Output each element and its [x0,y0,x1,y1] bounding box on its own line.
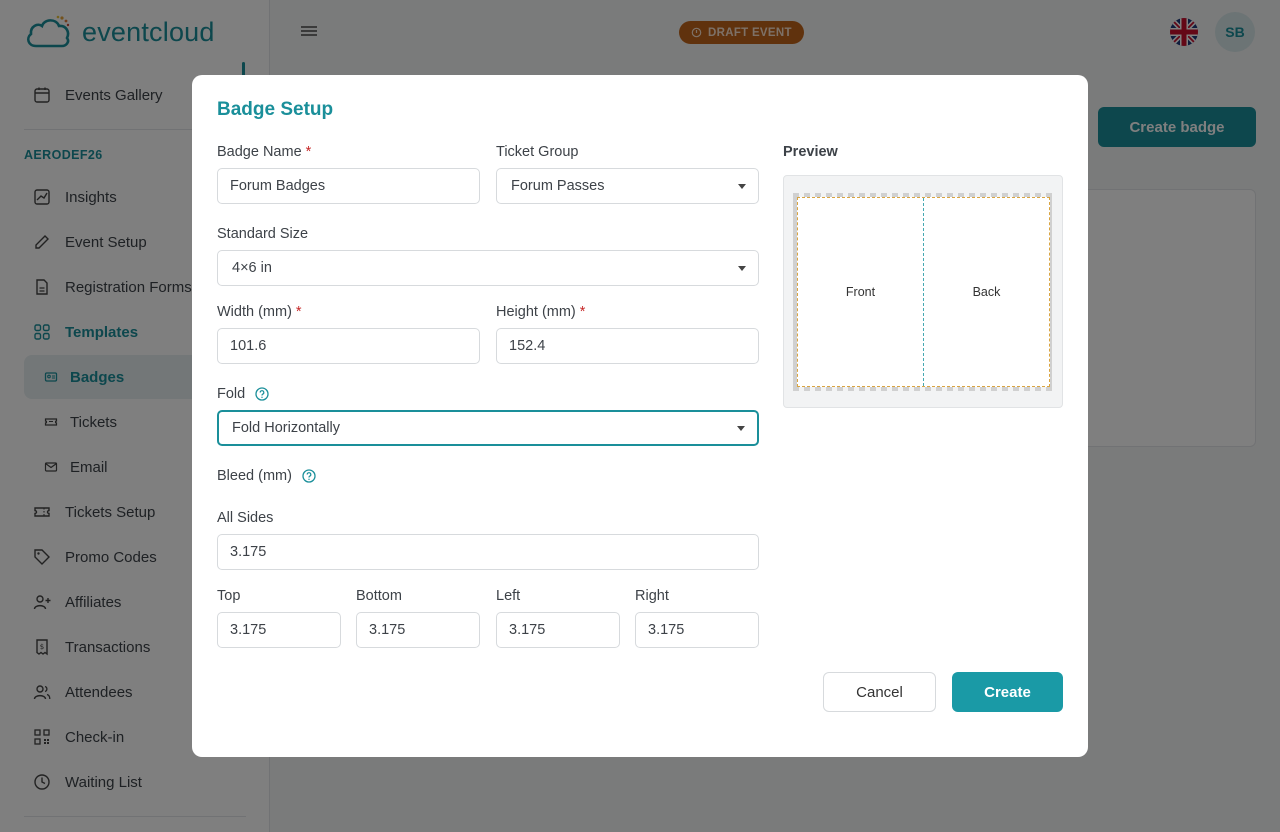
required-marker: * [295,304,302,320]
top-input[interactable] [217,612,341,648]
fold-value: Fold Horizontally [232,420,340,436]
bottom-label: Bottom [356,588,402,604]
help-circle-icon[interactable] [302,469,316,483]
chevron-down-icon [737,425,745,431]
height-input[interactable] [496,328,759,364]
help-circle-icon[interactable] [255,387,269,401]
badge-preview: Front Back [783,175,1063,408]
standard-size-label: Standard Size [217,226,309,242]
badge-name-input[interactable] [217,168,480,204]
badge-name-label: Badge Name * [217,144,312,160]
bleed-area: Front Back [793,193,1054,391]
badge-setup-dialog: Badge Setup Badge Name * Ticket Group Fo… [192,75,1088,757]
standard-size-value: 4×6 in [232,260,272,276]
all-sides-input[interactable] [217,534,759,570]
standard-size-select[interactable]: 4×6 in [217,250,759,286]
all-sides-label: All Sides [217,510,274,526]
left-input[interactable] [496,612,620,648]
cancel-button[interactable]: Cancel [823,672,936,712]
right-label: Right [635,588,669,604]
bottom-input[interactable] [356,612,480,648]
preview-front: Front [798,198,924,386]
required-marker: * [305,144,312,160]
required-marker: * [579,304,586,320]
ticket-group-value: Forum Passes [511,178,605,194]
dialog-title: Badge Setup [217,99,334,120]
fold-select[interactable]: Fold Horizontally [217,410,759,446]
top-label: Top [217,588,241,604]
preview-label: Preview [783,144,838,160]
badge-trim-area: Front Back [797,197,1050,387]
left-label: Left [496,588,521,604]
preview-back: Back [972,285,1001,299]
right-input[interactable] [635,612,759,648]
chevron-down-icon [738,183,746,189]
ticket-group-label: Ticket Group [496,144,579,160]
ticket-group-select[interactable]: Forum Passes [496,168,759,204]
width-input[interactable] [217,328,480,364]
fold-label: Fold [217,386,269,402]
width-label: Width (mm) * [217,304,302,320]
create-button[interactable]: Create [952,672,1063,712]
height-label: Height (mm) * [496,304,586,320]
chevron-down-icon [738,265,746,271]
bleed-label: Bleed (mm) [217,468,316,484]
